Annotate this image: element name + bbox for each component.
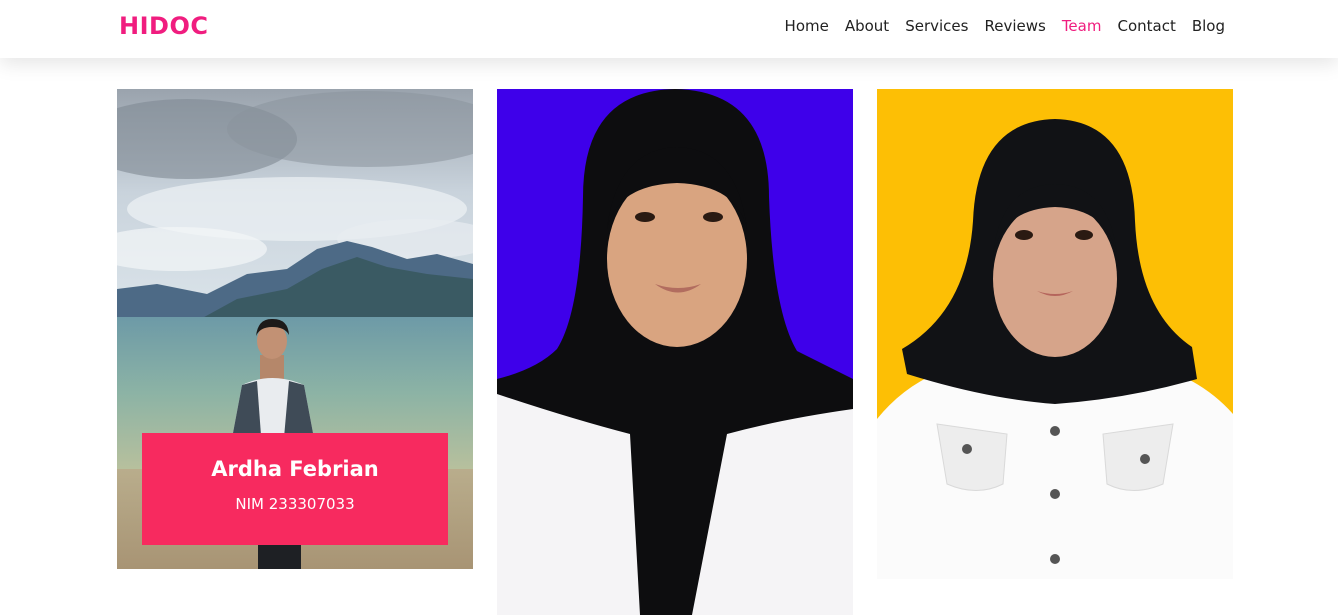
nav-link-about[interactable]: About <box>845 17 889 35</box>
nav-link-team[interactable]: Team <box>1062 17 1102 35</box>
team-photo-3 <box>877 89 1233 579</box>
nav-link-reviews[interactable]: Reviews <box>984 17 1045 35</box>
member-caption: Ardha Febrian NIM 233307033 <box>142 433 448 545</box>
navbar: HIDOC Home About Services Reviews Team C… <box>0 0 1338 58</box>
team-photo-2 <box>497 89 853 615</box>
nav-link-services[interactable]: Services <box>905 17 968 35</box>
nav-menu: Home About Services Reviews Team Contact… <box>785 17 1225 35</box>
member-name: Ardha Febrian <box>211 457 379 481</box>
team-card-2[interactable] <box>497 89 853 615</box>
brand-logo[interactable]: HIDOC <box>119 12 208 40</box>
team-card-1[interactable]: Ardha Febrian NIM 233307033 <box>117 89 473 569</box>
member-nim: NIM 233307033 <box>235 495 355 513</box>
nav-link-blog[interactable]: Blog <box>1192 17 1225 35</box>
team-card-3[interactable] <box>877 89 1233 579</box>
nav-link-contact[interactable]: Contact <box>1117 17 1175 35</box>
nav-link-home[interactable]: Home <box>785 17 829 35</box>
